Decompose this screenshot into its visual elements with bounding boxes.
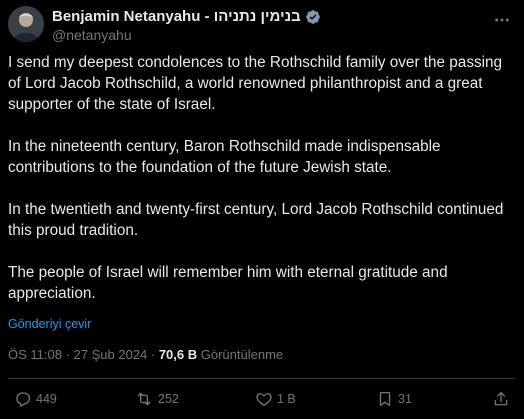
retweet-count: 252 [158,392,179,406]
tweet-date[interactable]: 27 Şub 2024 [74,347,148,362]
tweet-paragraph: The people of Israel will remember him w… [8,264,448,302]
tweet-time[interactable]: ÖS 11:08 [8,347,62,362]
author-name-row: Benjamin Netanyahu - בנימין נתניהו [52,8,321,25]
meta-separator: · [61,347,74,362]
like-button[interactable]: 1 B [255,390,296,408]
tweet-meta: ÖS 11:08 · 27 Şub 2024 · 70,6 B Görüntül… [8,347,283,362]
share-icon [494,391,508,406]
reply-count: 449 [36,392,57,406]
share-button[interactable] [492,390,510,408]
reply-button[interactable]: 449 [14,390,57,408]
tweet-paragraph: In the nineteenth century, Baron Rothsch… [8,138,441,176]
author-display-name[interactable]: Benjamin Netanyahu - בנימין נתניהו [52,8,301,25]
avatar[interactable] [8,6,44,42]
tweet-paragraph: In the twentieth and twenty-first centur… [8,201,504,239]
divider [8,378,516,379]
heart-icon [256,393,272,407]
tweet-text: I send my deepest condolences to the Rot… [8,52,508,304]
views-count[interactable]: 70,6 B [159,347,197,362]
author-handle[interactable]: @netanyahu [52,27,132,43]
verified-badge-icon [305,9,321,25]
retweet-icon [137,392,151,406]
bookmark-count: 31 [398,392,412,406]
retweet-button[interactable]: 252 [134,390,179,408]
bookmark-icon [379,391,391,407]
translate-post-link[interactable]: Gönderiyi çevir [8,317,91,331]
more-options-icon[interactable] [492,10,512,30]
like-count: 1 B [277,392,296,406]
reply-icon [16,392,31,407]
avatar-image [8,6,44,42]
tweet-card: Benjamin Netanyahu - בנימין נתניהו @neta… [0,0,524,419]
tweet-header: Benjamin Netanyahu - בנימין נתניהו @neta… [8,4,516,44]
bookmark-button[interactable]: 31 [376,390,412,408]
views-label: Görüntülenme [197,347,284,362]
action-bar: 449 252 1 B 31 [14,390,514,412]
meta-separator: · [147,347,159,362]
tweet-paragraph: I send my deepest condolences to the Rot… [8,54,503,113]
